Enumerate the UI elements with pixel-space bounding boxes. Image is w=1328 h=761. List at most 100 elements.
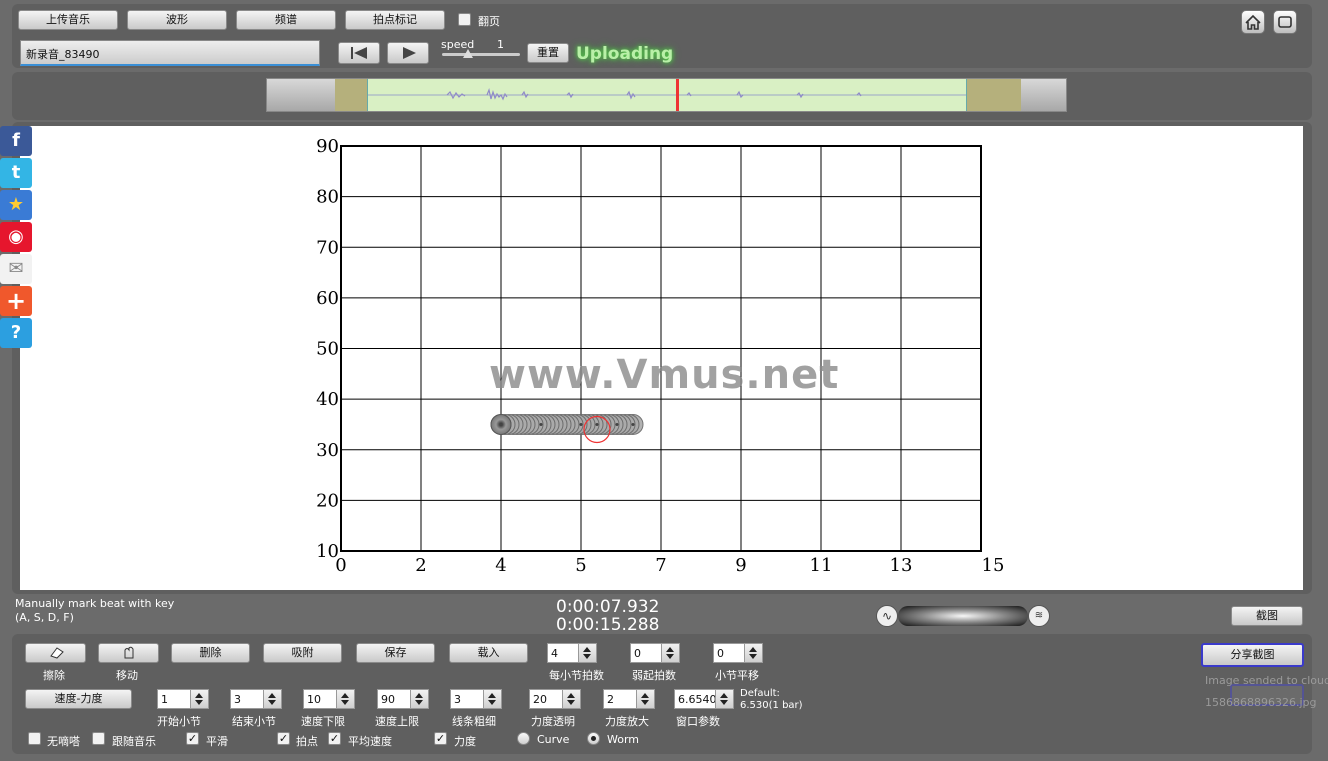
page-turn-label: 翻页 bbox=[478, 15, 500, 28]
speed-slider-thumb[interactable] bbox=[463, 49, 473, 58]
window-param-stepper[interactable]: 6.6540 bbox=[674, 689, 734, 709]
line-width-stepper[interactable]: 3 bbox=[450, 689, 502, 709]
smooth-label: 平滑 bbox=[206, 735, 228, 748]
x-tick-label: 9 bbox=[735, 555, 746, 576]
bar-offset-label: 小节平移 bbox=[715, 669, 759, 682]
speed-min-stepper[interactable]: 10 bbox=[303, 689, 355, 709]
watermark: www.Vmus.net bbox=[489, 352, 840, 398]
dynamics-checkbox[interactable]: ✓ bbox=[434, 732, 447, 745]
move-button[interactable] bbox=[98, 643, 159, 663]
file-name-field[interactable]: 新录音_83490 bbox=[20, 40, 320, 66]
beat-mark-button[interactable]: 拍点标记 bbox=[345, 10, 445, 30]
erase-button[interactable] bbox=[25, 643, 86, 663]
speed-max-stepper[interactable]: 90 bbox=[377, 689, 429, 709]
x-tick-label: 11 bbox=[810, 555, 833, 576]
smooth-checkbox[interactable]: ✓ bbox=[186, 732, 199, 745]
playhead-marker[interactable] bbox=[676, 79, 679, 111]
worm-label: Worm bbox=[607, 733, 640, 746]
beats-per-bar-label: 每小节拍数 bbox=[549, 669, 604, 682]
spectrum-button[interactable]: 频谱 bbox=[236, 10, 336, 30]
skip-back-icon bbox=[351, 47, 367, 59]
no-click-checkbox[interactable] bbox=[28, 732, 41, 745]
beats-per-bar-stepper[interactable]: 4 bbox=[547, 643, 597, 663]
hint-line-2: (A, S, D, F) bbox=[15, 611, 74, 624]
end-bar-label: 结束小节 bbox=[232, 715, 276, 728]
snap-button[interactable]: 吸附 bbox=[263, 643, 342, 663]
y-tick-label: 50 bbox=[316, 339, 339, 360]
x-tick-label: 2 bbox=[415, 555, 426, 576]
y-tick-label: 20 bbox=[316, 490, 339, 511]
curve-label: Curve bbox=[537, 733, 570, 746]
screenshot-button[interactable]: 截图 bbox=[1231, 606, 1303, 626]
facebook-icon[interactable]: f bbox=[0, 126, 32, 156]
worm-radio[interactable] bbox=[587, 732, 600, 745]
dynamics-label: 力度 bbox=[454, 735, 476, 748]
twitter-icon[interactable]: t bbox=[0, 158, 32, 188]
home-icon[interactable] bbox=[1241, 10, 1265, 34]
avg-speed-label: 平均速度 bbox=[348, 735, 392, 748]
y-tick-label: 60 bbox=[316, 288, 339, 309]
x-tick-label: 5 bbox=[575, 555, 586, 576]
fullscreen-icon[interactable] bbox=[1273, 10, 1297, 34]
zoom-track[interactable] bbox=[898, 606, 1028, 626]
data-point bbox=[499, 422, 503, 426]
plot-canvas[interactable]: 0 2 4 5 7 9 11 13 15 90 80 70 60 50 40 30 20 10 www.Vmus.… bbox=[20, 126, 1303, 590]
dynamics-alpha-stepper[interactable]: 20 bbox=[529, 689, 581, 709]
follow-music-label: 跟随音乐 bbox=[112, 735, 156, 748]
speed-slider[interactable] bbox=[442, 49, 520, 58]
file-name-text: 新录音_83490 bbox=[26, 48, 100, 61]
help-icon[interactable]: ? bbox=[0, 318, 32, 348]
load-button[interactable]: 载入 bbox=[449, 643, 528, 663]
wave-low-icon: ∿ bbox=[876, 605, 898, 627]
beat-points-checkbox[interactable]: ✓ bbox=[277, 732, 290, 745]
waveform-trace bbox=[368, 87, 966, 101]
favorite-star-icon[interactable]: ★ bbox=[0, 190, 32, 220]
email-icon[interactable]: ✉ bbox=[0, 254, 32, 284]
page-turn-checkbox[interactable] bbox=[458, 13, 471, 26]
delete-button[interactable]: 删除 bbox=[171, 643, 250, 663]
move-label: 移动 bbox=[116, 669, 138, 682]
weibo-icon[interactable]: ◉ bbox=[0, 222, 32, 252]
pickup-beats-stepper[interactable]: 0 bbox=[630, 643, 680, 663]
wave-high-icon: ≋ bbox=[1028, 605, 1050, 627]
bar-offset-stepper[interactable]: 0 bbox=[713, 643, 763, 663]
y-tick-label: 10 bbox=[316, 541, 339, 562]
save-button[interactable]: 保存 bbox=[356, 643, 435, 663]
y-tick-label: 90 bbox=[316, 136, 339, 157]
play-button[interactable] bbox=[387, 42, 429, 64]
speed-max-label: 速度上限 bbox=[375, 715, 419, 728]
default-line2: 6.530(1 bar) bbox=[740, 700, 803, 711]
data-point bbox=[539, 422, 543, 426]
end-bar-stepper[interactable]: 3 bbox=[230, 689, 282, 709]
line-width-label: 线条粗细 bbox=[452, 715, 496, 728]
add-share-icon[interactable]: + bbox=[0, 286, 32, 316]
avg-speed-checkbox[interactable]: ✓ bbox=[328, 732, 341, 745]
x-tick-label: 15 bbox=[982, 555, 1005, 576]
beat-points-label: 拍点 bbox=[296, 735, 318, 748]
reset-button[interactable]: 重置 bbox=[527, 43, 569, 63]
zoom-slider[interactable]: ∿ ≋ bbox=[876, 604, 1050, 628]
y-tick-label: 70 bbox=[316, 237, 339, 258]
tempo-dynamics-button[interactable]: 速度-力度 bbox=[25, 689, 132, 709]
data-point bbox=[631, 422, 635, 426]
curve-radio[interactable] bbox=[517, 732, 530, 745]
no-click-label: 无嘀嗒 bbox=[47, 735, 80, 748]
dynamics-scale-stepper[interactable]: 2 bbox=[603, 689, 655, 709]
waveform-overview[interactable] bbox=[266, 78, 1067, 112]
window-param-label: 窗口参数 bbox=[676, 715, 720, 728]
follow-music-checkbox[interactable] bbox=[92, 732, 105, 745]
time-current: 0:00:07.932 bbox=[556, 597, 660, 617]
pickup-beats-label: 弱起拍数 bbox=[632, 669, 676, 682]
waveform-button[interactable]: 波形 bbox=[127, 10, 227, 30]
y-tick-label: 40 bbox=[316, 389, 339, 410]
rewind-button[interactable] bbox=[338, 42, 380, 64]
hint-line-1: Manually mark beat with key bbox=[15, 597, 175, 610]
y-tick-label: 30 bbox=[316, 440, 339, 461]
upload-music-button[interactable]: 上传音乐 bbox=[18, 10, 118, 30]
x-tick-label: 13 bbox=[890, 555, 913, 576]
start-bar-stepper[interactable]: 1 bbox=[157, 689, 209, 709]
x-tick-label: 7 bbox=[655, 555, 666, 576]
speed-value: 1 bbox=[497, 38, 504, 51]
time-total: 0:00:15.288 bbox=[556, 615, 660, 635]
share-screenshot-button[interactable]: 分享截图 bbox=[1201, 643, 1304, 667]
